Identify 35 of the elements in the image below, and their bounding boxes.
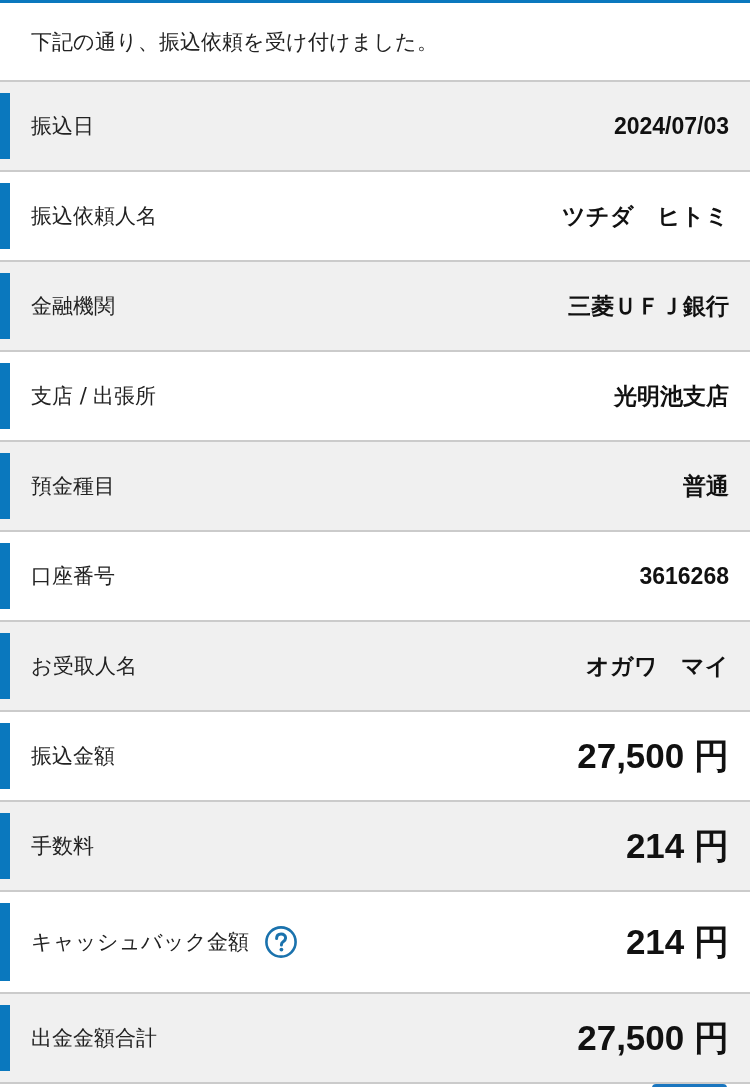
accent-bar [0,813,10,879]
field-label: 預金種目 [31,473,115,500]
field-value: 光明池支店 [614,382,729,411]
field-value: 3616268 [639,562,729,591]
field-label: お受取人名 [31,653,137,680]
field-value: 三菱ＵＦＪ銀行 [568,292,729,321]
field-label: 口座番号 [31,563,115,590]
field-value: ツチダ ヒトミ [562,202,729,231]
accent-bar [0,93,10,159]
accent-bar [0,273,10,339]
field-label: 振込日 [31,113,94,140]
amount-value: 214 円 [625,825,729,867]
accent-bar [0,723,10,789]
field-value: 2024/07/03 [613,112,729,141]
accent-bar [0,633,10,699]
amount-value: 27,500 円 [577,1017,729,1059]
field-value: オガワ マイ [586,652,729,681]
field-label: キャッシュバック金額 [31,929,249,956]
accent-bar [0,183,10,249]
field-label: 出金金額合計 [31,1025,157,1052]
amount-value: 27,500 円 [577,735,729,777]
accent-bar [0,543,10,609]
field-label: 振込依頼人名 [31,203,157,230]
field-label: 振込金額 [31,743,115,770]
field-label: 手数料 [31,833,94,860]
button-top-edge[interactable] [652,1084,727,1087]
help-icon[interactable] [265,926,297,958]
accent-bar [0,453,10,519]
intro-message: 下記の通り、振込依頼を受け付けました。 [31,28,438,56]
amount-value: 214 円 [625,921,729,963]
accent-bar [0,363,10,429]
field-value: 普通 [683,472,729,501]
accent-bar [0,1005,10,1071]
field-label: 支店 / 出張所 [31,383,157,410]
field-label: 金融機関 [31,293,115,320]
